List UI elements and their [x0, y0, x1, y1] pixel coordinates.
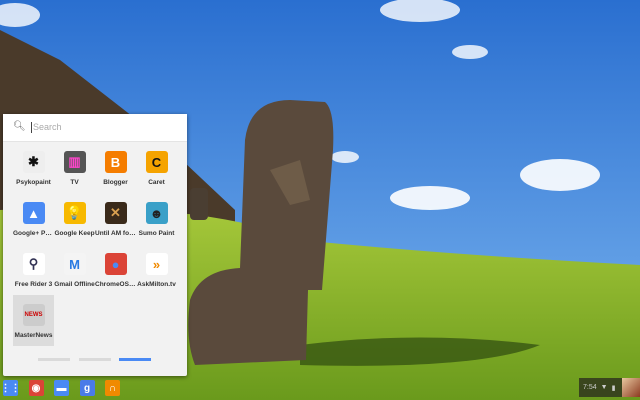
user-avatar[interactable] [622, 378, 640, 397]
search-input[interactable]: Search [31, 122, 62, 133]
clock: 7:54 [583, 384, 597, 391]
google-search-icon[interactable]: g [79, 380, 95, 396]
app-tile[interactable]: M Gmail Offline [54, 244, 95, 295]
app-icon: ⚲ [22, 253, 45, 275]
app-launcher-button[interactable]: ⋮⋮ [1, 380, 21, 396]
app-label: AskMilton.tv [137, 281, 176, 288]
status-tray[interactable]: 7:54 ▼ ▮ [579, 378, 622, 397]
app-icon: NEWS [22, 304, 45, 326]
app-icon: B [104, 151, 127, 173]
app-label: Google Keep [54, 230, 95, 237]
app-icon: ● [104, 253, 127, 275]
app-label: Google+ Pho... [13, 230, 54, 237]
app-label: Psykopaint [16, 179, 51, 186]
app-icon: C [145, 151, 168, 173]
app-label: TV [70, 179, 79, 186]
files-app-icon[interactable]: ▬ [54, 380, 69, 396]
app-tile[interactable]: ▥ TV [54, 142, 95, 193]
app-icon: ☻ [145, 202, 168, 224]
page-indicator-2[interactable] [79, 358, 111, 361]
app-launcher: 🔍︎ Search ✱ Psykopaint ▥ TV B Blogger C Caret ▲ G… [3, 114, 187, 376]
chrome-browser-icon[interactable]: ◉ [28, 380, 44, 396]
app-label: Sumo Paint [138, 230, 175, 237]
app-tile[interactable]: ☻ Sumo Paint [136, 193, 177, 244]
app-icon: M [63, 253, 86, 275]
battery-icon: ▮ [611, 384, 616, 392]
app-icon: ✕ [104, 202, 127, 224]
app-tile[interactable]: ✱ Psykopaint [13, 142, 54, 193]
app-label: Caret [148, 179, 165, 186]
app-label: Free Rider 3 [14, 281, 53, 288]
app-label: Until AM for ... [95, 230, 136, 237]
app-tile[interactable]: ▲ Google+ Pho... [13, 193, 54, 244]
search-icon: 🔍︎ [13, 121, 26, 132]
page-indicator-3[interactable] [119, 358, 151, 361]
app-tile[interactable]: 💡 Google Keep [54, 193, 95, 244]
search-box[interactable]: 🔍︎ Search [3, 114, 187, 142]
google-play-music-icon[interactable]: ∩ [105, 380, 120, 396]
app-label: ChromeOS V... [95, 281, 136, 288]
app-icon: ▲ [22, 202, 45, 224]
app-icon: » [145, 253, 168, 275]
page-indicator-1[interactable] [38, 358, 70, 361]
app-tile[interactable]: » AskMilton.tv [136, 244, 177, 295]
app-tile[interactable]: ⚲ Free Rider 3 [13, 244, 54, 295]
app-tile[interactable]: NEWS MasterNews [13, 295, 54, 346]
shelf: ⋮⋮ ◉ ▬ g ∩ [0, 378, 640, 400]
app-icon: ▥ [63, 151, 86, 173]
app-label: MasterNews [14, 332, 53, 339]
app-tile[interactable]: ✕ Until AM for ... [95, 193, 136, 244]
app-tile[interactable]: C Caret [136, 142, 177, 193]
app-icon: 💡 [63, 202, 86, 224]
app-label: Blogger [103, 179, 128, 186]
app-tile[interactable]: B Blogger [95, 142, 136, 193]
app-tile[interactable]: ● ChromeOS V... [95, 244, 136, 295]
app-label: Gmail Offline [54, 281, 95, 288]
wifi-icon: ▼ [600, 384, 608, 391]
app-icon: ✱ [22, 151, 45, 173]
